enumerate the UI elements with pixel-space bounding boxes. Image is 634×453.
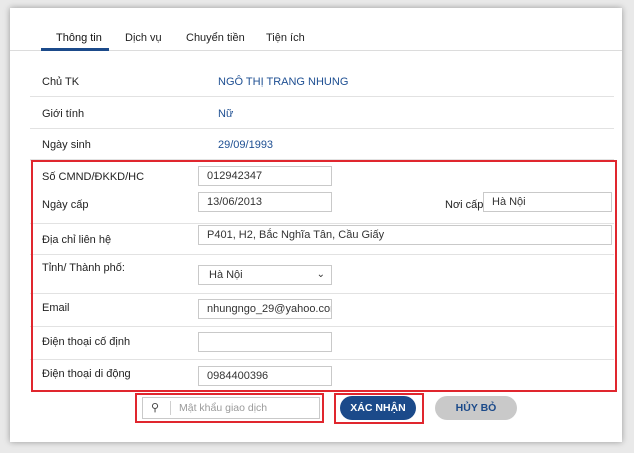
password-placeholder: Mật khẩu giao dịch [179,402,268,414]
key-icon: ⚲ [151,402,160,414]
form-highlight-box [31,160,617,392]
gender-label: Giới tính [42,108,85,120]
owner-value: NGÔ THỊ TRANG NHUNG [218,76,349,88]
account-info-card: Thông tin Dịch vụ Chuyển tiền Tiện ích C… [10,8,622,442]
transaction-password-input[interactable]: ⚲ Mật khẩu giao dịch [142,397,320,419]
tab-thong-tin[interactable]: Thông tin [56,32,102,44]
tab-bar: Thông tin Dịch vụ Chuyển tiền Tiện ích [10,8,622,51]
gender-row: Giới tính Nữ [30,97,614,129]
tab-dich-vu[interactable]: Dịch vụ [125,32,162,44]
cancel-button[interactable]: HỦY BỎ [435,396,517,420]
owner-label: Chủ TK [42,76,80,88]
owner-row: Chủ TK NGÔ THỊ TRANG NHUNG [30,65,614,97]
tab-tien-ich[interactable]: Tiện ích [266,32,305,44]
confirm-button[interactable]: XÁC NHẬN [340,396,416,420]
dob-row: Ngày sinh 29/09/1993 [30,129,614,160]
tab-chuyen-tien[interactable]: Chuyển tiền [186,32,245,44]
dob-value: 29/09/1993 [218,139,274,151]
gender-value: Nữ [218,108,234,120]
dob-label: Ngày sinh [42,139,91,151]
active-tab-indicator [41,48,109,51]
input-divider [170,401,171,415]
